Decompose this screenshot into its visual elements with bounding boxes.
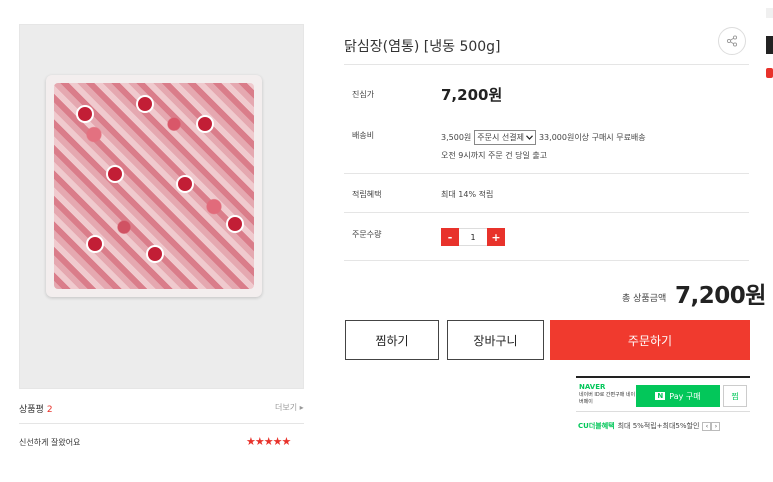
side-widget[interactable] xyxy=(766,36,773,54)
divider xyxy=(344,260,749,261)
quantity-input[interactable]: 1 xyxy=(459,228,487,246)
chevron-down-icon xyxy=(526,135,533,140)
package-logo xyxy=(136,95,154,113)
quantity-label: 주문수량 xyxy=(352,230,382,239)
order-button[interactable]: 주문하기 xyxy=(550,320,750,360)
review-text: 신선하게 잘왔어요 xyxy=(19,438,81,447)
quantity-decrease-button[interactable]: - xyxy=(441,228,459,246)
shipping-option-value: 주문시 선결제 xyxy=(477,133,524,142)
package-logo xyxy=(226,215,244,233)
review-stars: ★★★★★ xyxy=(246,435,291,448)
package-logo xyxy=(106,165,124,183)
naver-logo: NAVER xyxy=(579,383,606,391)
total-label: 총 상품금액 xyxy=(622,294,667,304)
chevron-left-icon[interactable]: ‹ xyxy=(702,421,712,431)
review-label: 상품평 2 xyxy=(19,402,53,415)
review-label-text: 상품평 xyxy=(19,405,44,415)
wishlist-button[interactable]: 찜하기 xyxy=(345,320,439,360)
price-label: 진심가 xyxy=(352,90,375,99)
naver-pay-label: Pay 구매 xyxy=(669,391,701,401)
points-label: 적립혜택 xyxy=(352,190,382,199)
naver-pay-description: 네이버 ID로 간편구매 네이버페이 xyxy=(579,392,636,405)
shipping-note: 오전 9시까지 주문 건 당일 출고 xyxy=(441,151,548,160)
points-value: 최대 14% 적립 xyxy=(441,190,494,199)
package-logo xyxy=(176,175,194,193)
add-to-cart-button[interactable]: 장바구니 xyxy=(447,320,544,360)
package-logo xyxy=(76,105,94,123)
package-logo xyxy=(86,235,104,253)
divider xyxy=(344,212,749,213)
share-button[interactable] xyxy=(718,27,746,55)
more-reviews-link[interactable]: 더보기 ▸ xyxy=(275,402,304,413)
divider xyxy=(344,64,749,65)
shipping-label: 배송비 xyxy=(352,131,375,140)
naver-promo: CU더블혜택 최대 5%적립+최대5%할인 ‹ › xyxy=(578,421,721,431)
side-widget[interactable] xyxy=(766,68,773,78)
price-value: 7,200원 xyxy=(441,86,503,104)
review-count: 2 xyxy=(46,405,53,415)
share-icon xyxy=(726,35,738,47)
package-logo xyxy=(196,115,214,133)
naver-pay-button[interactable]: N Pay 구매 xyxy=(636,385,720,407)
side-widget[interactable] xyxy=(766,8,773,18)
divider xyxy=(344,173,749,174)
naver-pay-icon: N xyxy=(655,392,666,400)
chevron-right-icon[interactable]: › xyxy=(711,421,721,431)
shipping-fee: 3,500원 xyxy=(441,133,472,142)
total-value: 7,200원 xyxy=(675,283,766,309)
promo-pager: ‹ › xyxy=(702,421,721,431)
shipping-option-select[interactable]: 주문시 선결제 xyxy=(474,130,536,145)
product-photo-bag xyxy=(46,75,262,297)
divider xyxy=(19,423,304,424)
quantity-increase-button[interactable]: + xyxy=(487,228,505,246)
package-logo xyxy=(146,245,164,263)
naver-wish-button[interactable]: 찜 xyxy=(723,385,747,407)
product-title: 닭심장(염통) [냉동 500g] xyxy=(344,39,501,55)
shipping-info: 3,500원 주문시 선결제 33,000원이상 구매시 무료배송 xyxy=(441,130,646,145)
quantity-stepper: - 1 + xyxy=(441,228,505,246)
shipping-condition: 33,000원이상 구매시 무료배송 xyxy=(538,133,646,142)
promo-brand: CU더블혜택 xyxy=(578,422,615,430)
promo-text: 최대 5%적립+최대5%할인 xyxy=(617,422,700,430)
